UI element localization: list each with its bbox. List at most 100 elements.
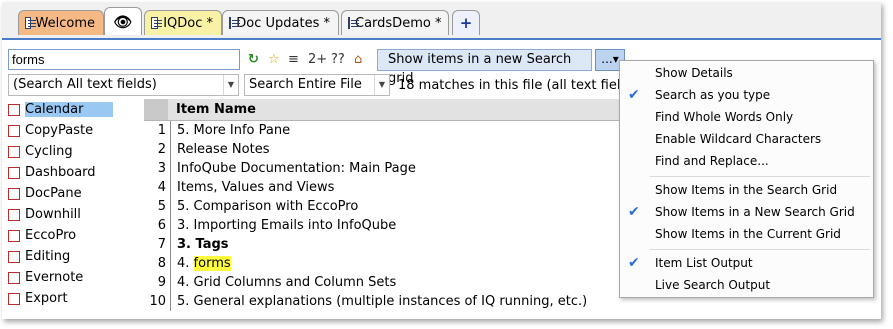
list-item-label: Dashboard — [25, 165, 96, 180]
table-row[interactable]: 4 Items, Values and Views — [144, 178, 619, 197]
tag-list: Calendar CopyPaste Cycling Dashboard Doc… — [8, 99, 138, 319]
checkbox[interactable] — [8, 166, 20, 179]
menu-item-label: Find Whole Words Only — [655, 110, 794, 124]
menu-item-search-grid[interactable]: Show Items in the Search Grid — [620, 179, 873, 201]
checkbox[interactable] — [8, 292, 20, 305]
list-item[interactable]: Export — [8, 288, 138, 309]
home-icon[interactable]: ⌂ — [354, 51, 362, 68]
tab-doc-updates[interactable]: Doc Updates * — [222, 10, 339, 35]
row-number: 2 — [144, 140, 171, 159]
doc-icon — [151, 17, 163, 29]
row-number: 10 — [144, 292, 171, 311]
row-number: 1 — [144, 121, 171, 140]
star-icon[interactable]: ☆ — [268, 51, 280, 68]
menu-item-new-search-grid[interactable]: ✔ Show Items in a New Search Grid — [620, 201, 873, 223]
list-item[interactable]: Evernote — [8, 267, 138, 288]
menu-separator — [650, 249, 870, 250]
list-item-label: CopyPaste — [25, 123, 94, 138]
list-item[interactable]: DocPane — [8, 183, 138, 204]
menu-separator — [650, 176, 870, 177]
row-number: 9 — [144, 273, 171, 292]
row-number: 8 — [144, 254, 171, 273]
results-grid: Item Name 1 5. More Info Pane 2 Release No… — [144, 99, 619, 319]
row-number: 6 — [144, 216, 171, 235]
new-tab-button[interactable]: + — [452, 10, 480, 35]
file-scope-select[interactable]: Search Entire File ▼ — [244, 74, 390, 96]
refresh-icon[interactable]: ↻ — [248, 51, 259, 68]
list-item-label: Downhill — [25, 207, 81, 222]
row-text: InfoQube Documentation: Main Page — [177, 161, 416, 176]
list-item[interactable]: Editing — [8, 246, 138, 267]
list-item[interactable]: Downhill — [8, 204, 138, 225]
menu-item-label: Show Details — [655, 66, 733, 80]
field-scope-select[interactable]: (Search All text fields) ▼ — [8, 74, 239, 96]
row-text: 5. General explanations (multiple instan… — [177, 294, 588, 309]
menu-item-label: Item List Output — [655, 256, 753, 270]
list-item[interactable]: Calendar — [8, 99, 138, 120]
doc-icon — [229, 17, 242, 29]
menu-item-label: Find and Replace... — [655, 154, 769, 168]
binoculars-icon: 👁 — [113, 12, 133, 31]
tab-label: Doc Updates * — [236, 15, 330, 31]
menu-item-show-details[interactable]: Show Details — [620, 62, 873, 84]
row-text: 3. Importing Emails into InfoQube — [177, 218, 397, 233]
plus-icon: + — [459, 14, 473, 32]
table-row[interactable]: 1 5. More Info Pane — [144, 121, 619, 140]
search-options-menu: Show Details ✔ Search as you type Find Wh… — [619, 60, 874, 298]
checkbox[interactable] — [8, 187, 20, 200]
list-item-label: DocPane — [25, 186, 82, 201]
list-item[interactable]: EccoPro — [8, 225, 138, 246]
row-text: 4. Grid Columns and Column Sets — [177, 275, 397, 290]
menu-item-label: Show Items in the Current Grid — [655, 227, 841, 241]
list-item[interactable]: CopyPaste — [8, 120, 138, 141]
checkbox[interactable] — [8, 229, 20, 242]
checkbox[interactable] — [8, 250, 20, 263]
menu-item-whole-words[interactable]: Find Whole Words Only — [620, 106, 873, 128]
row-text: 5. Comparison with EccoPro — [177, 199, 359, 214]
menu-item-label: Show Items in the Search Grid — [655, 183, 838, 197]
search-input[interactable] — [8, 49, 240, 70]
checkbox[interactable] — [8, 103, 20, 116]
table-row[interactable]: 9 4. Grid Columns and Column Sets — [144, 273, 619, 292]
menu-item-label: Enable Wildcard Characters — [655, 132, 822, 146]
tab-search[interactable]: 👁 — [104, 7, 142, 35]
show-items-button[interactable]: Show items in a new Search grid — [377, 49, 592, 86]
menu-item-find-replace[interactable]: Find and Replace... — [620, 150, 873, 172]
checkbox[interactable] — [8, 124, 20, 137]
column-header-item-name[interactable]: Item Name — [144, 99, 619, 121]
checkbox[interactable] — [8, 145, 20, 158]
table-row[interactable]: 2 Release Notes — [144, 140, 619, 159]
table-row[interactable]: 7 3. Tags — [144, 235, 619, 254]
more-label: ... — [601, 52, 613, 66]
table-row[interactable]: 5 5. Comparison with EccoPro — [144, 197, 619, 216]
table-row[interactable]: 10 5. General explanations (multiple inst… — [144, 292, 619, 311]
filter-check-icon[interactable]: ≡ — [288, 51, 299, 68]
checkbox[interactable] — [8, 208, 20, 221]
table-row[interactable]: 8 4. forms — [144, 254, 619, 273]
menu-item-wildcards[interactable]: Enable Wildcard Characters — [620, 128, 873, 150]
menu-item-live-search-output[interactable]: Live Search Output — [620, 274, 873, 296]
table-row[interactable]: 6 3. Importing Emails into InfoQube — [144, 216, 619, 235]
row-number: 5 — [144, 197, 171, 216]
list-item[interactable]: Cycling — [8, 141, 138, 162]
checkbox[interactable] — [8, 271, 20, 284]
row-text: 5. More Info Pane — [177, 123, 291, 138]
row-text: Items, Values and Views — [177, 180, 335, 195]
tab-cardsdemo[interactable]: CardsDemo * — [341, 10, 449, 35]
tab-iqdoc[interactable]: IQDoc * — [144, 10, 222, 35]
wildcard-button[interactable]: ?? — [331, 51, 345, 68]
app-window: Welcome 👁 IQDoc * Doc Updates * CardsDem… — [2, 2, 881, 319]
menu-item-search-as-you-type[interactable]: ✔ Search as you type — [620, 84, 873, 106]
two-plus-button[interactable]: 2+ — [308, 51, 327, 68]
tab-welcome[interactable]: Welcome — [18, 10, 104, 35]
list-item-label: Export — [25, 291, 68, 306]
search-highlight: forms — [193, 256, 231, 271]
list-item[interactable]: Dashboard — [8, 162, 138, 183]
tab-label: Welcome — [35, 15, 95, 31]
menu-item-item-list-output[interactable]: ✔ Item List Output — [620, 252, 873, 274]
file-scope-value: Search Entire File — [249, 77, 362, 92]
menu-item-label: Show Items in a New Search Grid — [655, 205, 855, 219]
table-row[interactable]: 3 InfoQube Documentation: Main Page — [144, 159, 619, 178]
menu-item-label: Live Search Output — [655, 278, 771, 292]
menu-item-current-grid[interactable]: Show Items in the Current Grid — [620, 223, 873, 245]
